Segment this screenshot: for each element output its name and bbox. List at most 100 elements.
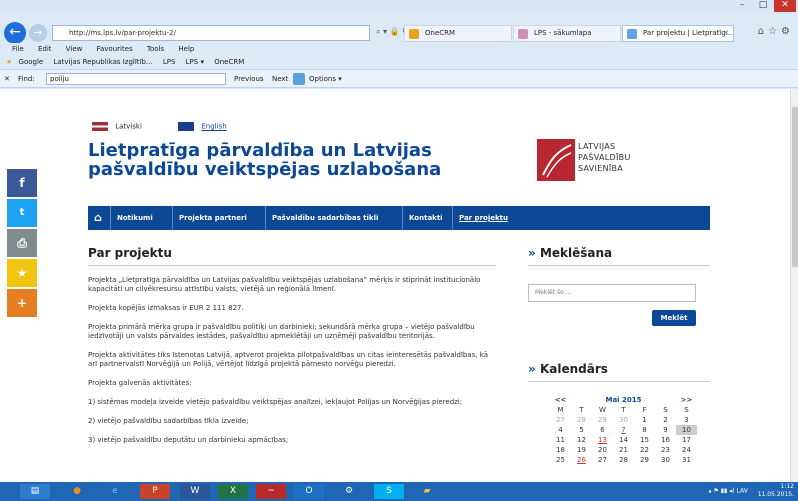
print-icon[interactable]: ⎙ [7,229,37,257]
paragraph: Projekta kopējās izmaksas ir EUR 2 111 8… [88,304,244,312]
find-input[interactable]: poliju [46,73,226,85]
menu-bar: File Edit View Favourites Tools Help [0,43,798,55]
scrollbar-thumb[interactable] [792,107,798,267]
word-icon[interactable]: W [180,484,210,499]
find-close-icon[interactable]: ✕ [4,70,10,88]
latvia-flag-icon[interactable] [92,122,108,131]
find-next-button[interactable]: Next [272,70,288,88]
calendar-title: Kalendārs [539,362,608,376]
calendar-day: 11 [556,436,565,444]
nav-notikumi[interactable]: Notikumi [110,206,159,230]
excel-icon[interactable]: X [218,484,248,499]
powerpoint-icon[interactable]: P [140,484,170,499]
prev-month-button[interactable]: << [550,395,571,405]
lps-logo[interactable]: LATVIJAS PAŠVALDĪBU SAVIENĪBA [537,139,647,184]
system-tray: ▴ ⚑ ▮▮ ◂) LAV 1:12 11.05.2015. [709,483,794,499]
close-tab-icon[interactable]: ✕ [723,26,729,41]
site-title[interactable]: Lietpratīga pārvaldība un Latvijas pašva… [88,141,468,179]
tab-par-projektu[interactable]: Par projektu | Lietpratīg... ✕ [622,25,734,42]
nav-projekta-partneri[interactable]: Projekta partneri [172,206,253,230]
skype-icon[interactable]: S [374,484,404,499]
tray-icons[interactable]: ▴ ⚑ ▮▮ ◂) [709,488,737,495]
calendar-week: 25 26 27 28 29 30 31 [550,455,700,465]
lps-logo-icon [537,139,575,181]
find-label: Find: [18,75,35,83]
calendar-day: 20 [598,446,607,454]
uk-flag-icon[interactable] [178,122,195,131]
calendar-day: 19 [577,446,586,454]
calendar-day: 25 [556,456,565,464]
next-month-button[interactable]: >> [676,395,697,405]
firefox-icon[interactable]: ● [62,484,92,499]
favourites-star-icon[interactable]: ★ [6,58,12,66]
highlight-icon[interactable] [293,73,305,85]
menu-tools[interactable]: Tools [147,45,164,53]
tab-lps[interactable]: LPS - sākumlapa [513,25,621,42]
forward-button[interactable]: → [29,24,47,42]
twitter-icon[interactable]: t [7,199,37,227]
address-bar[interactable]: http://ms.lps.lv/par-projektu-2/ [52,25,370,41]
clock[interactable]: 1:12 11.05.2015. [758,483,794,499]
fav-lps-menu[interactable]: LPS ▾ [186,58,204,66]
folder-icon[interactable]: ▰ [412,484,442,499]
fav-onecrm[interactable]: OneCRM [214,58,244,66]
calendar-day: 16 [661,436,670,444]
language-indicator[interactable]: LAV [737,488,748,495]
weekday: S [684,406,689,414]
find-previous-button[interactable]: Previous [234,70,264,88]
title-bar: – □ ✕ [0,0,798,12]
calendar-week: 4 5 6 7 8 9 10 [550,425,700,435]
calendar-event-day[interactable]: 26 [571,455,592,465]
explorer-icon[interactable]: ▤ [20,484,50,499]
calendar-day: 23 [661,446,670,454]
menu-file[interactable]: File [12,45,24,53]
menu-view[interactable]: View [66,45,83,53]
acrobat-icon[interactable]: ~ [256,484,286,499]
calendar-day: 30 [661,456,670,464]
facebook-icon[interactable]: f [7,169,37,197]
lang-latviski[interactable]: Latviski [115,123,142,131]
vertical-scrollbar[interactable] [790,89,798,482]
calendar-event-day[interactable]: 7 [613,425,634,435]
favorite-icon[interactable]: ★ [7,259,37,287]
calendar-day: 28 [577,416,586,424]
calendar-day: 27 [556,416,565,424]
back-button[interactable]: ← [4,22,26,44]
maximize-button[interactable]: □ [752,0,774,12]
nav-par-projektu[interactable]: Par projektu [452,206,514,230]
menu-edit[interactable]: Edit [38,45,52,53]
calendar-day: 6 [600,426,605,434]
browser-chrome: – □ ✕ ← → http://ms.lps.lv/par-projektu-… [0,0,798,100]
close-window-button[interactable]: ✕ [774,0,796,12]
fav-izglitiba[interactable]: Latvijas Republikas Izglītīb... [53,58,152,66]
minimize-button[interactable]: – [731,0,753,12]
lang-english[interactable]: English [201,123,226,131]
tab-label: OneCRM [425,29,456,37]
find-options-button[interactable]: Options ▾ [309,70,342,88]
calendar-day: 17 [682,436,691,444]
search-button[interactable]: Meklēt [652,310,696,326]
main-content: Par projektu Projekta „Lietpratīga pārva… [88,246,496,455]
tab-label: LPS - sākumlapa [534,29,592,37]
fav-lps[interactable]: LPS [163,58,176,66]
menu-help[interactable]: Help [178,45,194,53]
more-icon[interactable]: + [7,289,37,317]
search-input[interactable]: Meklēt šo ... [528,284,696,302]
home-icon[interactable]: ⌂ [88,206,108,230]
ie-taskbar-icon[interactable]: e [100,484,130,499]
calendar-day: 31 [682,456,691,464]
outlook-icon[interactable]: O [294,484,324,499]
calendar-day: 8 [642,426,647,434]
nav-sadarbibas-tikli[interactable]: Pašvaldību sadarbības tīkli [265,206,384,230]
section-marker: » [528,362,536,376]
tab-onecrm[interactable]: OneCRM [404,25,512,42]
nav-kontakti[interactable]: Kontakti [402,206,449,230]
list-item: 1) sistēmas modeļa izveide vietējo pašva… [88,398,463,406]
calendar-today: 10 [676,425,697,435]
toolbar-icons[interactable]: ⌂☆⚙ [758,26,794,37]
calendar-event-day[interactable]: 13 [592,435,613,445]
app-icon[interactable]: ⚙ [334,484,364,499]
calendar-day: 5 [579,426,584,434]
menu-favourites[interactable]: Favourites [97,45,133,53]
fav-google[interactable]: Google [19,58,44,66]
